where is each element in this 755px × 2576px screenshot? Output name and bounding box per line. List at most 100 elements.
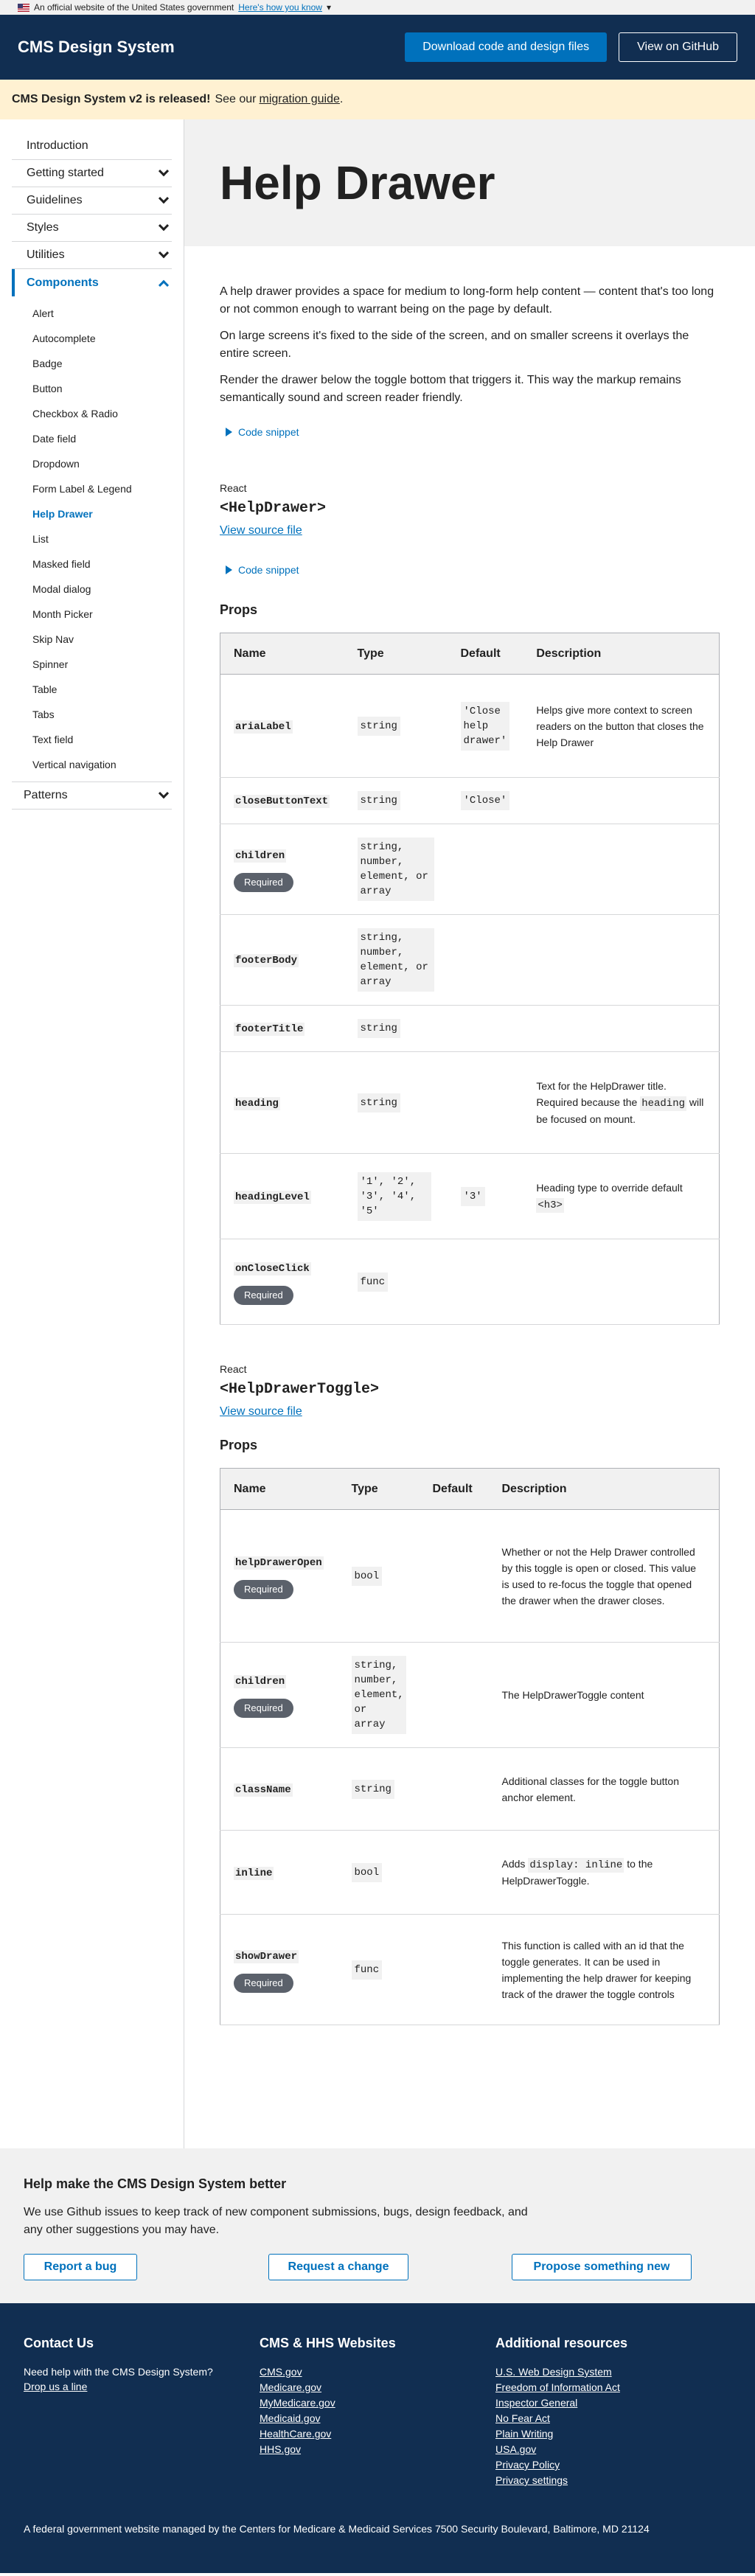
sidebar-subitem[interactable]: Spinner: [12, 652, 172, 677]
footer-contact: Contact Us Need help with the CMS Design…: [24, 2336, 260, 2488]
footer-link[interactable]: CMS.gov: [260, 2364, 495, 2380]
triangle-right-icon: [226, 565, 232, 574]
sidebar-subitem[interactable]: Form Label & Legend: [12, 476, 172, 501]
chevron-down-icon[interactable]: ▾: [327, 2, 331, 13]
sidebar-item-label: Patterns: [24, 789, 68, 801]
code-snippet-toggle[interactable]: Code snippet: [226, 426, 720, 438]
chevron-down-icon: [158, 193, 170, 204]
desc-text: Heading type to override default: [536, 1182, 683, 1194]
sidebar-subitem[interactable]: List: [12, 526, 172, 551]
sidebar-subitem[interactable]: Badge: [12, 351, 172, 376]
sidebar-subitem[interactable]: Button: [12, 376, 172, 401]
footer-link[interactable]: Privacy settings: [495, 2473, 731, 2488]
propose-new-button[interactable]: Propose something new: [512, 2254, 692, 2280]
triangle-right-icon: [226, 428, 232, 436]
col-header-name: Name: [220, 1468, 338, 1510]
prop-type: string: [357, 791, 400, 810]
sidebar-subitem[interactable]: Alert: [12, 301, 172, 326]
sidebar-subitem[interactable]: Date field: [12, 426, 172, 451]
sidebar-item-label: Introduction: [27, 139, 88, 152]
site-title[interactable]: CMS Design System: [18, 38, 175, 57]
github-button[interactable]: View on GitHub: [619, 32, 737, 62]
sidebar-subitem[interactable]: Modal dialog: [12, 577, 172, 602]
code-snippet-label: Code snippet: [238, 564, 299, 576]
sidebar-item-introduction[interactable]: Introduction: [12, 133, 172, 160]
code-snippet-toggle[interactable]: Code snippet: [226, 564, 720, 576]
sidebar-subitem-current[interactable]: Help Drawer: [12, 501, 172, 526]
sidebar-subitem[interactable]: Skip Nav: [12, 627, 172, 652]
footer-link[interactable]: USA.gov: [495, 2442, 731, 2457]
prop-description: Adds display: inline to the HelpDrawerTo…: [488, 1830, 720, 1915]
prop-type: string: [357, 1093, 400, 1113]
code-snippet-label: Code snippet: [238, 426, 299, 438]
footer-link[interactable]: U.S. Web Design System: [495, 2364, 731, 2380]
prop-type: string, number, element, or array: [351, 1656, 406, 1734]
sidebar-subitem[interactable]: Vertical navigation: [12, 752, 172, 777]
chevron-down-icon: [158, 220, 170, 232]
col-header-default: Default: [419, 1468, 489, 1510]
footer-heading: Additional resources: [495, 2336, 628, 2350]
helpdrawertoggle-section: React <HelpDrawerToggle> View source fil…: [220, 1363, 720, 2025]
intro-paragraph: Render the drawer below the toggle botto…: [220, 374, 681, 404]
sidebar-item-styles[interactable]: Styles: [12, 215, 172, 242]
footer-link[interactable]: MyMedicare.gov: [260, 2395, 495, 2411]
desc-code: heading: [640, 1096, 687, 1111]
table-row: className string Additional classes for …: [220, 1747, 720, 1831]
footer-link[interactable]: Privacy Policy: [495, 2457, 731, 2473]
view-source-link[interactable]: View source file: [220, 1405, 720, 1418]
sidebar-subitem[interactable]: Checkbox & Radio: [12, 401, 172, 426]
sidebar-subitem[interactable]: Table: [12, 677, 172, 702]
main-content: Help Drawer A help drawer provides a spa…: [184, 119, 755, 2148]
sidebar-subitem[interactable]: Masked field: [12, 551, 172, 577]
footer-link[interactable]: Plain Writing: [495, 2426, 731, 2442]
sidebar-subitem[interactable]: Autocomplete: [12, 326, 172, 351]
feedback-title: Help make the CMS Design System better: [24, 2176, 287, 2191]
report-bug-button[interactable]: Report a bug: [24, 2254, 137, 2280]
table-row: heading string Text for the HelpDrawer t…: [220, 1051, 720, 1154]
footer-link[interactable]: HHS.gov: [260, 2442, 495, 2457]
content-body: A help drawer provides a space for mediu…: [184, 246, 755, 2055]
table-row: children Required string, number, elemen…: [220, 824, 720, 915]
download-button[interactable]: Download code and design files: [405, 32, 608, 62]
prop-name: className: [234, 1783, 293, 1797]
sidebar-item-utilities[interactable]: Utilities: [12, 242, 172, 269]
footer-link[interactable]: No Fear Act: [495, 2411, 731, 2426]
prop-type: func: [357, 1272, 389, 1292]
heres-how-you-know-link[interactable]: Here's how you know: [238, 2, 322, 13]
footer-link[interactable]: Freedom of Information Act: [495, 2380, 731, 2395]
sidebar-item-components[interactable]: Components: [12, 269, 172, 296]
drop-us-a-line-link[interactable]: Drop us a line: [24, 2379, 260, 2395]
feedback-section: Help make the CMS Design System better W…: [0, 2148, 755, 2303]
prop-name: children: [234, 849, 287, 863]
footer-link[interactable]: Inspector General: [495, 2395, 731, 2411]
col-header-name: Name: [220, 633, 344, 675]
prop-default: 'Close help drawer': [460, 701, 509, 751]
required-badge: Required: [234, 1579, 293, 1599]
request-change-button[interactable]: Request a change: [268, 2254, 408, 2280]
sidebar-subitem[interactable]: Month Picker: [12, 602, 172, 627]
chevron-down-icon: [158, 248, 170, 259]
footer-link[interactable]: Medicare.gov: [260, 2380, 495, 2395]
footer-link[interactable]: Medicaid.gov: [260, 2411, 495, 2426]
sidebar-item-guidelines[interactable]: Guidelines: [12, 187, 172, 215]
footer-link[interactable]: HealthCare.gov: [260, 2426, 495, 2442]
desc-code: <h3>: [536, 1198, 564, 1213]
table-row: onCloseClick Required func: [220, 1239, 720, 1325]
alert-period: .: [339, 93, 344, 105]
sidebar-subitem[interactable]: Dropdown: [12, 451, 172, 476]
prop-default: '3': [460, 1186, 485, 1206]
migration-guide-link[interactable]: migration guide: [260, 93, 340, 106]
sidebar-item-getting-started[interactable]: Getting started: [12, 160, 172, 187]
footer-cms-sites: CMS & HHS Websites CMS.gov Medicare.gov …: [260, 2336, 495, 2488]
prop-name: ariaLabel: [234, 720, 293, 734]
required-badge: Required: [234, 1973, 293, 1993]
view-source-link[interactable]: View source file: [220, 524, 720, 537]
prop-type: func: [351, 1960, 383, 1980]
sidebar-subitem[interactable]: Tabs: [12, 702, 172, 727]
col-header-type: Type: [344, 633, 448, 675]
helpdrawer-props-table: Name Type Default Description ariaLabel …: [220, 633, 720, 1325]
sidebar-subitem[interactable]: Text field: [12, 727, 172, 752]
sidebar-item-patterns[interactable]: Patterns: [12, 782, 172, 810]
intro-paragraph: A help drawer provides a space for mediu…: [220, 285, 714, 316]
header-buttons: Download code and design files View on G…: [405, 32, 737, 62]
